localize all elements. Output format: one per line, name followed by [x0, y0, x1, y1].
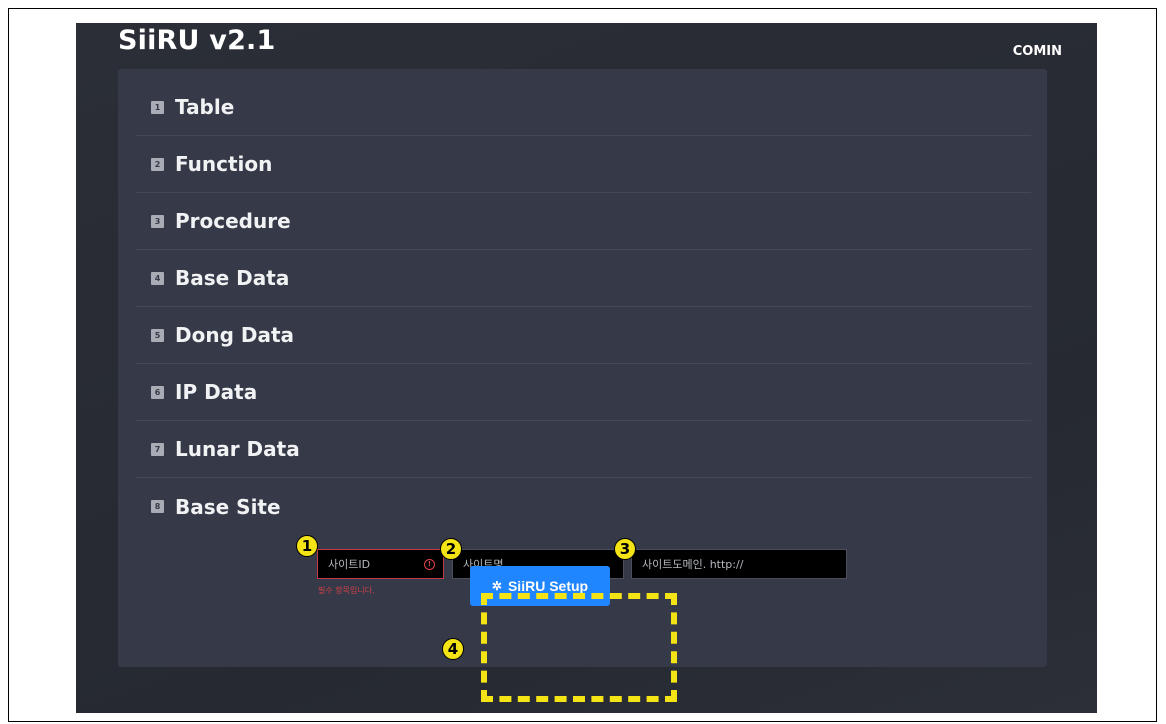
menu-item-label: Base Site — [175, 494, 281, 519]
user-label[interactable]: COMIN — [1013, 44, 1062, 59]
required-error-message: 필수 항목입니다. — [318, 586, 375, 595]
number-badge: 2 — [151, 157, 164, 171]
menu-item-label: Table — [175, 95, 235, 119]
number-badge: 6 — [151, 385, 164, 399]
site-id-input[interactable]: 사이트ID ! — [317, 549, 444, 579]
menu-item-base-data[interactable]: 4 Base Data — [136, 250, 1031, 307]
site-domain-input[interactable]: 사이트도메인. http:// — [631, 549, 847, 579]
menu-item-label: IP Data — [175, 380, 258, 404]
number-badge: 8 — [151, 500, 164, 513]
callout-marker-3: 3 — [614, 538, 636, 560]
setup-button-label: SiiRU Setup — [507, 578, 589, 594]
menu-item-function[interactable]: 2 Function — [136, 136, 1031, 193]
menu-item-label: Base Data — [175, 266, 290, 290]
callout-marker-2: 2 — [440, 538, 462, 560]
site-id-placeholder: 사이트ID — [328, 558, 371, 571]
menu-item-table[interactable]: 1 Table — [136, 79, 1031, 136]
callout-marker-4: 4 — [442, 638, 464, 660]
alert-circle-icon: ! — [424, 558, 435, 570]
highlight-box — [481, 593, 677, 702]
menu-item-label: Dong Data — [175, 323, 295, 347]
menu-item-ip-data[interactable]: 6 IP Data — [136, 364, 1031, 421]
menu-item-procedure[interactable]: 3 Procedure — [136, 193, 1031, 250]
menu-item-base-site[interactable]: 8 Base Site — [136, 478, 1031, 535]
number-badge: 4 — [151, 271, 164, 285]
menu-item-label: Function — [175, 152, 273, 176]
menu-item-dong-data[interactable]: 5 Dong Data — [136, 307, 1031, 364]
menu-item-label: Procedure — [175, 209, 291, 233]
menu-item-lunar-data[interactable]: 7 Lunar Data — [136, 421, 1031, 478]
number-badge: 5 — [151, 328, 164, 342]
number-badge: 1 — [151, 100, 164, 114]
setup-menu: 1 Table 2 Function 3 Procedure 4 Base Da… — [136, 79, 1031, 535]
number-badge: 7 — [151, 442, 164, 456]
site-domain-placeholder: 사이트도메인. http:// — [642, 558, 744, 571]
menu-item-label: Lunar Data — [175, 437, 300, 461]
gear-icon: ✲ — [491, 579, 502, 593]
app-window: SiiRU v2.1 COMIN 1 Table 2 Function 3 Pr… — [76, 23, 1097, 713]
number-badge: 3 — [151, 214, 164, 228]
app-title: SiiRU v2.1 — [118, 25, 276, 56]
callout-marker-1: 1 — [296, 535, 318, 557]
